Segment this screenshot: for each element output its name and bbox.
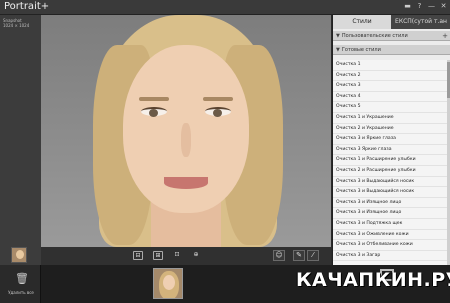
- photo-toolbar: ⊟ ⊞ ⊡ ⊕ ☺ ✎ ⁄: [41, 247, 331, 265]
- ready-styles-label: Готовые стили: [341, 47, 381, 53]
- left-panel: Snapshot 1024 × 1024: [0, 15, 41, 265]
- delete-all-label: Удалить все: [8, 290, 34, 295]
- list-item[interactable]: Очистка 2: [333, 71, 447, 82]
- styles-panel: Стили ЕКСП(сутой т.ан ▼ Пользовательские …: [332, 15, 450, 267]
- collapse-icon: ▼: [336, 33, 340, 39]
- single-view-icon[interactable]: ⊟: [133, 251, 143, 260]
- close-icon[interactable]: ✕: [439, 2, 448, 11]
- list-item[interactable]: Очистка 3 и Выдающийся носик: [333, 187, 447, 198]
- brush-icon[interactable]: ✎: [293, 250, 305, 261]
- list-item[interactable]: Очистка 3: [333, 81, 447, 92]
- list-item[interactable]: Очистка 3 и Изящное лицо: [333, 198, 447, 209]
- tab-styles[interactable]: Стили: [333, 15, 391, 29]
- panel-tabs: Стили ЕКСП(сутой т.ан: [333, 15, 450, 29]
- filmstrip-thumbnail[interactable]: [153, 268, 183, 299]
- user-styles-header[interactable]: ▼ Пользовательские стили +: [333, 31, 450, 41]
- list-item[interactable]: Очистка 4: [333, 92, 447, 103]
- expand-icon: ▼: [336, 47, 340, 53]
- image-info: Snapshot 1024 × 1024: [3, 18, 29, 28]
- list-item[interactable]: Очистка 3 и Оживление кожи: [333, 230, 447, 241]
- app-title: Portrait+: [4, 1, 50, 12]
- fit-view-icon[interactable]: ⊡: [172, 251, 182, 260]
- zoom-icon[interactable]: ⊕: [191, 251, 201, 260]
- window-controls: ▬ ? — ✕: [403, 2, 448, 11]
- face-detect-icon[interactable]: ☺: [273, 250, 285, 261]
- ready-styles-header[interactable]: ▼ Готовые стили: [333, 45, 450, 55]
- list-item[interactable]: Очистка 1 и Расширение улыбки: [333, 155, 447, 166]
- list-item[interactable]: Очистка 1: [333, 60, 447, 71]
- list-item[interactable]: Очистка 1 и Украшение: [333, 113, 447, 124]
- list-item[interactable]: Очистка 3 и Загар: [333, 251, 447, 262]
- list-item[interactable]: Очистка 2 и Расширение улыбки: [333, 166, 447, 177]
- delete-all-button[interactable]: 🗑 Удалить все: [0, 265, 41, 303]
- original-thumbnail[interactable]: [11, 247, 27, 263]
- user-styles-label: Пользовательские стили: [341, 33, 408, 39]
- minimize-icon[interactable]: —: [427, 2, 436, 11]
- list-item[interactable]: Очистка 3 и Изящное лицо: [333, 208, 447, 219]
- list-item[interactable]: Очистка 3 и Яркие глаза: [333, 134, 447, 145]
- list-item[interactable]: Очистка 3 Яркие глаза: [333, 145, 447, 156]
- list-item[interactable]: Очистка 3 и Отбеливание кожи: [333, 240, 447, 251]
- photo-canvas[interactable]: [41, 15, 331, 247]
- portrait-mouth: [164, 177, 208, 189]
- styles-list: Очистка 1 Очистка 2 Очистка 3 Очистка 4 …: [333, 60, 447, 267]
- portrait-right-eye: [205, 107, 231, 117]
- title-bar: Portrait+ ▬ ? — ✕: [0, 0, 450, 15]
- menu-icon[interactable]: ▬: [403, 2, 412, 11]
- list-item[interactable]: Очистка 3 и Выдающийся носик: [333, 177, 447, 188]
- trash-icon: 🗑: [15, 272, 29, 285]
- split-view-icon[interactable]: ⊞: [153, 251, 163, 260]
- list-item[interactable]: Очистка 2 и Украшение: [333, 124, 447, 135]
- pen-icon[interactable]: ⁄: [307, 250, 319, 261]
- add-style-icon[interactable]: +: [442, 31, 448, 41]
- list-item[interactable]: Очистка 5: [333, 102, 447, 113]
- portrait-left-eye: [141, 107, 167, 117]
- help-icon[interactable]: ?: [415, 2, 424, 11]
- tab-export[interactable]: ЕКСП(сутой т.ан: [391, 15, 450, 29]
- image-info-size: 1024 × 1024: [3, 23, 30, 28]
- watermark-text: КАЧАПКИН.РУ: [296, 269, 450, 291]
- list-item[interactable]: Очистка 3 и Подтяжка щек: [333, 219, 447, 230]
